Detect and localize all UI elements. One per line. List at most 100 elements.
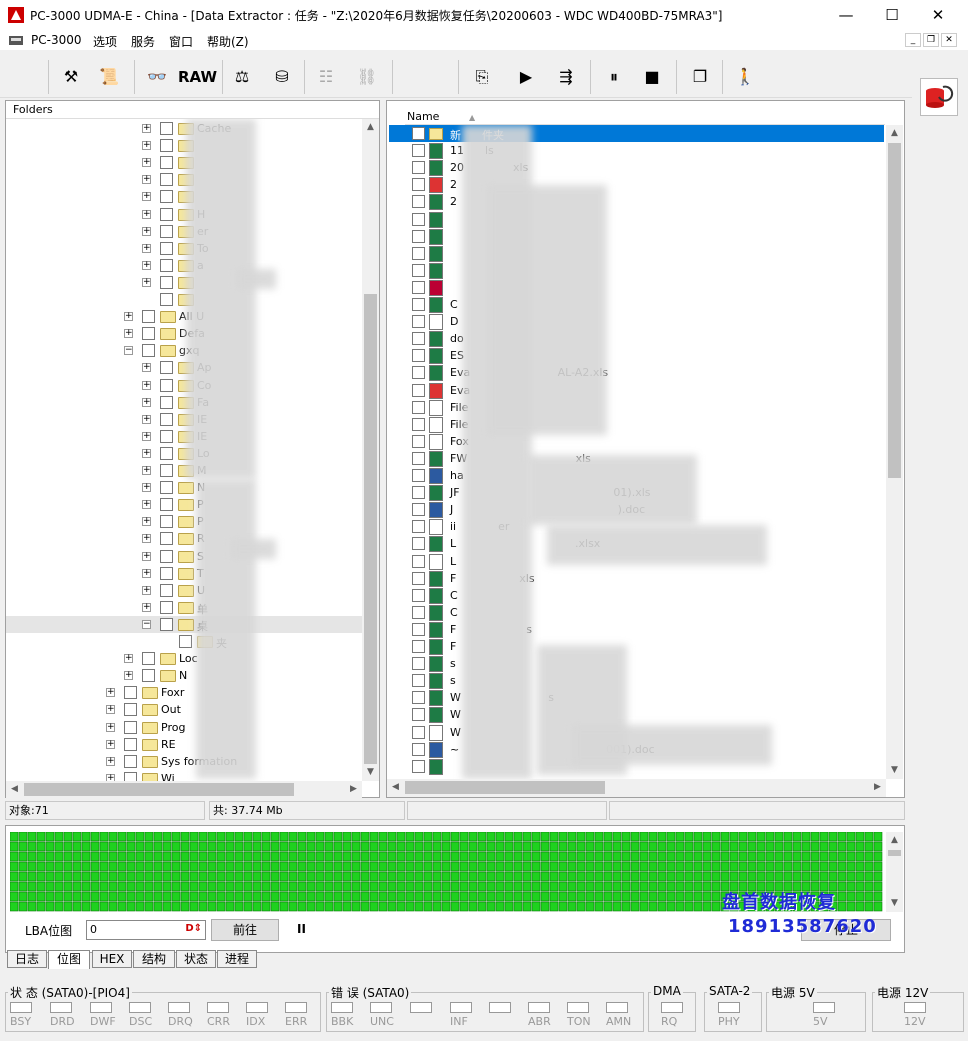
goto-button[interactable]: 前往	[211, 919, 279, 941]
scroll-down-icon[interactable]: ▼	[362, 764, 379, 781]
mdi-close-button[interactable]: ✕	[941, 33, 957, 47]
file-checkbox[interactable]	[412, 537, 425, 551]
file-checkbox[interactable]	[412, 520, 425, 534]
scroll-up-icon[interactable]: ▲	[362, 119, 379, 136]
folder-checkbox[interactable]	[160, 532, 173, 546]
expand-icon[interactable]: +	[142, 124, 151, 133]
close-button[interactable]: ✕	[915, 0, 961, 31]
expand-icon[interactable]: +	[142, 209, 151, 219]
expand-icon[interactable]: +	[142, 158, 151, 168]
expand-icon[interactable]: +	[142, 363, 151, 373]
mdi-restore-button[interactable]: ❐	[923, 33, 939, 47]
tree-icon[interactable]: ☷	[314, 66, 338, 88]
folder-tree-item[interactable]: +H	[6, 206, 362, 223]
folder-checkbox[interactable]	[124, 754, 137, 768]
folder-tree-item[interactable]: +	[6, 188, 362, 205]
scroll-right-icon[interactable]: ▶	[345, 781, 362, 798]
expand-icon[interactable]: +	[142, 448, 151, 458]
disk-icon[interactable]: ⛁	[270, 66, 294, 88]
expand-icon[interactable]: +	[106, 739, 115, 749]
folder-tree-item[interactable]: + Prog	[6, 719, 362, 736]
folder-checkbox[interactable]	[160, 515, 173, 529]
expand-icon[interactable]: +	[106, 688, 115, 698]
folder-checkbox[interactable]	[124, 703, 137, 717]
folders-hscroll-thumb[interactable]	[24, 783, 294, 796]
lba-spin-icon[interactable]: D⇕	[185, 923, 202, 934]
expand-icon[interactable]: +	[142, 500, 151, 510]
expand-icon[interactable]: +	[142, 466, 151, 475]
file-checkbox[interactable]	[412, 332, 425, 346]
file-checkbox[interactable]	[412, 503, 425, 517]
flow-icon[interactable]: ⇶	[550, 66, 582, 88]
folder-tree-item[interactable]: +IE	[6, 428, 362, 445]
tab-structure[interactable]: 结构	[133, 950, 175, 968]
folder-tree-item[interactable]: +Cache	[6, 120, 362, 137]
folder-tree-item[interactable]: +Defa	[6, 325, 362, 342]
file-checkbox[interactable]	[412, 554, 425, 568]
expand-icon[interactable]: +	[142, 414, 151, 424]
folder-checkbox[interactable]	[160, 173, 173, 187]
folder-checkbox[interactable]	[160, 412, 173, 426]
map-vscrollbar[interactable]: ▲ ▼	[886, 832, 903, 912]
file-checkbox[interactable]	[412, 640, 425, 653]
folder-tree-item[interactable]: +Co	[6, 377, 362, 394]
folder-tree-item[interactable]: +单	[6, 599, 362, 616]
file-checkbox[interactable]	[412, 657, 425, 671]
folder-tree-item[interactable]: +a	[6, 257, 362, 274]
scroll-left-icon[interactable]: ◀	[6, 781, 23, 798]
tab-status[interactable]: 状态	[176, 950, 216, 968]
file-checkbox[interactable]	[412, 366, 425, 380]
folder-checkbox[interactable]	[124, 720, 137, 734]
folder-checkbox[interactable]	[160, 446, 173, 460]
file-checkbox[interactable]	[412, 674, 425, 688]
tab-hex[interactable]: HEX	[92, 950, 132, 968]
folder-tree-item[interactable]: + RE	[6, 736, 362, 753]
task-icon[interactable]: ⎘	[470, 66, 494, 88]
file-checkbox[interactable]	[412, 195, 425, 209]
expand-icon[interactable]: +	[142, 551, 151, 561]
db-refresh-button[interactable]	[920, 78, 958, 116]
folder-checkbox[interactable]	[160, 481, 173, 495]
expand-icon[interactable]: +	[142, 534, 151, 544]
folder-checkbox[interactable]	[142, 310, 155, 324]
folder-tree-item[interactable]: + Foxr	[6, 684, 362, 701]
expand-icon[interactable]: +	[142, 192, 151, 202]
folder-checkbox[interactable]	[160, 429, 173, 443]
folder-checkbox[interactable]	[124, 686, 137, 700]
expand-icon[interactable]: +	[142, 226, 151, 236]
file-checkbox[interactable]	[412, 588, 425, 602]
folder-tree-item[interactable]: +To	[6, 240, 362, 257]
folder-tree-item[interactable]: +er	[6, 223, 362, 240]
folder-checkbox[interactable]	[160, 378, 173, 392]
folder-checkbox[interactable]	[160, 224, 173, 238]
folder-tree-item[interactable]: +	[6, 171, 362, 188]
menu-window[interactable]: 窗口	[169, 33, 193, 50]
files-vscroll-thumb[interactable]	[888, 143, 901, 478]
folder-checkbox[interactable]	[160, 139, 173, 153]
folder-tree-item[interactable]: +M	[6, 462, 362, 479]
folder-checkbox[interactable]	[160, 498, 173, 512]
folder-checkbox[interactable]	[160, 293, 173, 306]
expand-icon[interactable]: +	[124, 329, 133, 339]
folder-checkbox[interactable]	[124, 771, 137, 781]
file-checkbox[interactable]	[412, 417, 425, 431]
folder-tree-item[interactable]: +IE	[6, 411, 362, 428]
folder-tree-item[interactable]: +P	[6, 496, 362, 513]
tree-branch-icon[interactable]: ⛓	[352, 66, 382, 88]
map-vscroll-thumb[interactable]	[888, 850, 901, 856]
binoculars-icon[interactable]: 👓	[146, 66, 168, 88]
folder-checkbox[interactable]	[179, 635, 192, 648]
file-checkbox[interactable]	[412, 622, 425, 636]
scroll-icon[interactable]: 📜	[97, 66, 121, 88]
folder-checkbox[interactable]	[160, 156, 173, 170]
file-checkbox[interactable]	[412, 263, 425, 277]
pause-icon[interactable]: ⏸	[604, 66, 624, 88]
file-checkbox[interactable]	[412, 315, 425, 329]
expand-icon[interactable]: +	[142, 397, 151, 407]
menu-help[interactable]: 帮助(Z)	[207, 33, 249, 50]
stop-icon[interactable]: ■	[642, 66, 662, 88]
expand-icon[interactable]: +	[106, 756, 115, 766]
scroll-down-icon[interactable]: ▼	[886, 762, 903, 779]
folder-tree-item[interactable]: + Loc	[6, 650, 362, 667]
expand-icon[interactable]: +	[142, 260, 151, 270]
